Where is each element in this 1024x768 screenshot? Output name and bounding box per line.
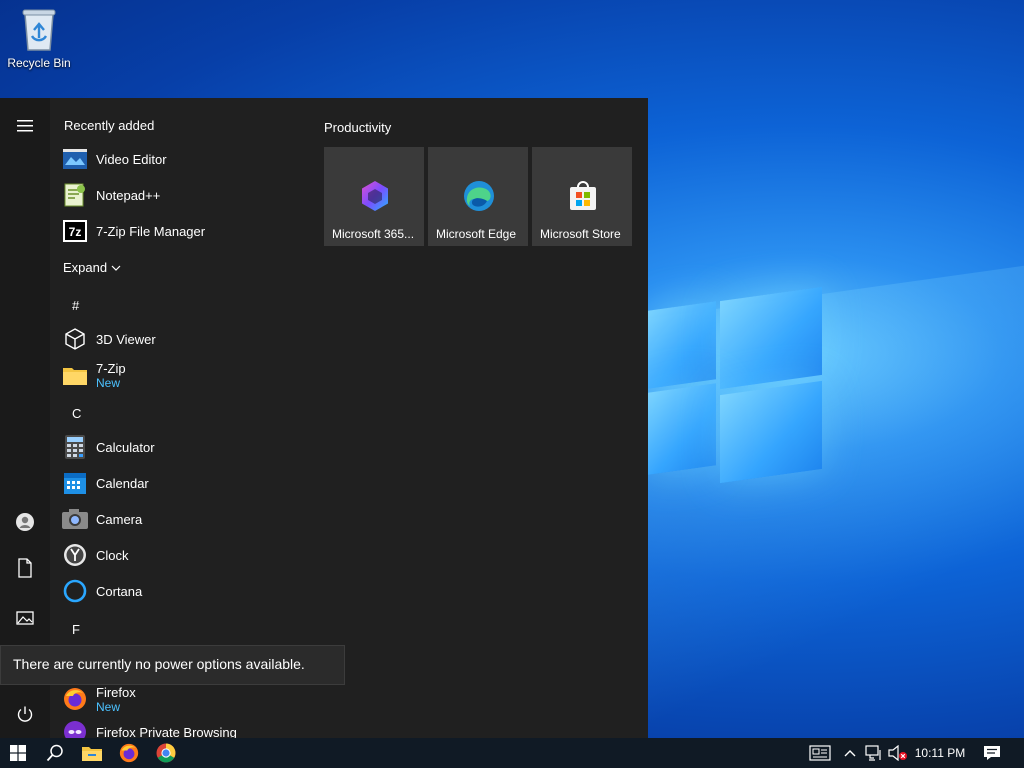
- calculator-icon: [62, 434, 88, 460]
- expand-button[interactable]: Expand: [63, 260, 121, 275]
- app-firefox-private[interactable]: Firefox Private Browsing: [62, 714, 302, 738]
- app-name: Notepad++: [96, 187, 161, 203]
- group-letter-hash[interactable]: #: [72, 298, 79, 313]
- windows-start-icon: [10, 745, 26, 761]
- app-video-editor[interactable]: Video Editor: [62, 141, 302, 177]
- chevron-down-icon: [111, 265, 121, 271]
- chrome-taskbar-button[interactable]: [148, 738, 184, 768]
- search-icon: [46, 744, 63, 762]
- store-icon: [570, 181, 596, 210]
- video-editor-icon: [62, 146, 88, 172]
- taskbar: 10:11 PM: [0, 738, 1024, 768]
- action-center-button[interactable]: [974, 738, 1010, 768]
- svg-text:7z: 7z: [69, 225, 82, 239]
- cortana-icon: [62, 578, 88, 604]
- app-name: Camera: [96, 511, 143, 527]
- app-clock[interactable]: Clock: [62, 537, 302, 573]
- microsoft-365-icon: [362, 181, 388, 211]
- start-left-rail: [0, 98, 50, 738]
- tile-microsoft-365[interactable]: Microsoft 365...: [324, 147, 424, 246]
- tile-label: Microsoft 365...: [332, 227, 415, 241]
- picture-icon: [16, 611, 34, 625]
- clock-icon: [62, 542, 88, 568]
- taskbar-clock[interactable]: 10:11 PM: [910, 738, 970, 768]
- calendar-icon: [62, 470, 88, 496]
- firefox-icon: [62, 686, 88, 712]
- power-options-tooltip: There are currently no power options ava…: [0, 645, 345, 685]
- start-button[interactable]: [0, 738, 36, 768]
- app-calculator[interactable]: Calculator: [62, 429, 302, 465]
- edge-icon: [464, 181, 494, 211]
- app-name: 3D Viewer: [96, 331, 156, 347]
- start-menu: Recently added Video Editor Notepad++ 7z…: [0, 98, 648, 738]
- documents-button[interactable]: [0, 548, 50, 588]
- document-icon: [18, 558, 32, 578]
- pictures-button[interactable]: [0, 598, 50, 638]
- app-firefox[interactable]: Firefox New: [62, 681, 302, 717]
- camera-icon: [62, 506, 88, 532]
- group-letter-c[interactable]: C: [72, 406, 81, 421]
- hamburger-menu-button[interactable]: [0, 106, 50, 146]
- group-letter-f[interactable]: F: [72, 622, 80, 637]
- app-camera[interactable]: Camera: [62, 501, 302, 537]
- file-explorer-button[interactable]: [74, 738, 110, 768]
- app-name: Calendar: [96, 475, 149, 491]
- hamburger-icon: [17, 120, 33, 132]
- file-explorer-icon: [82, 747, 102, 761]
- tile-microsoft-edge[interactable]: Microsoft Edge: [428, 147, 528, 246]
- expand-label: Expand: [63, 260, 108, 275]
- folder-icon: [62, 362, 88, 388]
- app-7zip-folder[interactable]: 7-Zip New: [62, 357, 302, 393]
- search-button[interactable]: [37, 738, 73, 768]
- firefox-icon: [119, 743, 139, 763]
- chevron-up-icon: [844, 750, 856, 757]
- user-icon: [16, 513, 34, 531]
- new-badge: New: [96, 699, 121, 714]
- app-7zip-file-manager[interactable]: 7z 7-Zip File Manager: [62, 213, 302, 249]
- desktop-icon-label: Recycle Bin: [7, 56, 71, 70]
- firefox-taskbar-button[interactable]: [111, 738, 147, 768]
- app-name: Calculator: [96, 439, 155, 455]
- power-button[interactable]: [0, 694, 50, 734]
- power-icon: [17, 706, 33, 722]
- app-cortana[interactable]: Cortana: [62, 573, 302, 609]
- app-name: 7-Zip: [96, 360, 126, 376]
- app-name: Firefox Private Browsing: [96, 724, 237, 739]
- user-account-button[interactable]: [0, 502, 50, 542]
- app-list: Recently added Video Editor Notepad++ 7z…: [50, 98, 310, 738]
- tile-microsoft-store[interactable]: Microsoft Store: [532, 147, 632, 246]
- chrome-icon: [156, 743, 176, 763]
- recently-added-header: Recently added: [64, 118, 155, 133]
- app-name: Cortana: [96, 583, 143, 599]
- app-name: Firefox: [96, 684, 136, 700]
- recycle-bin-icon: [22, 9, 56, 51]
- windows-logo-wallpaper: [648, 286, 824, 484]
- tile-label: Microsoft Store: [540, 227, 621, 241]
- app-name: 7-Zip File Manager: [96, 223, 206, 239]
- notepadpp-icon: [62, 182, 88, 208]
- desktop-icon-recycle-bin[interactable]: Recycle Bin: [4, 6, 74, 70]
- app-calendar[interactable]: Calendar: [62, 465, 302, 501]
- app-name: Video Editor: [96, 151, 167, 167]
- tile-group-title[interactable]: Productivity: [324, 120, 391, 135]
- news-icon: [809, 745, 831, 761]
- 7zip-icon: 7z: [62, 218, 88, 244]
- app-3d-viewer[interactable]: 3D Viewer: [62, 321, 302, 357]
- 3d-viewer-icon: [62, 326, 88, 352]
- app-name: Clock: [96, 547, 129, 563]
- tile-label: Microsoft Edge: [436, 227, 517, 241]
- app-notepadpp[interactable]: Notepad++: [62, 177, 302, 213]
- notification-icon: [984, 746, 1000, 760]
- firefox-private-icon: [62, 719, 88, 738]
- new-badge: New: [96, 375, 121, 390]
- volume-muted-icon: [888, 745, 907, 761]
